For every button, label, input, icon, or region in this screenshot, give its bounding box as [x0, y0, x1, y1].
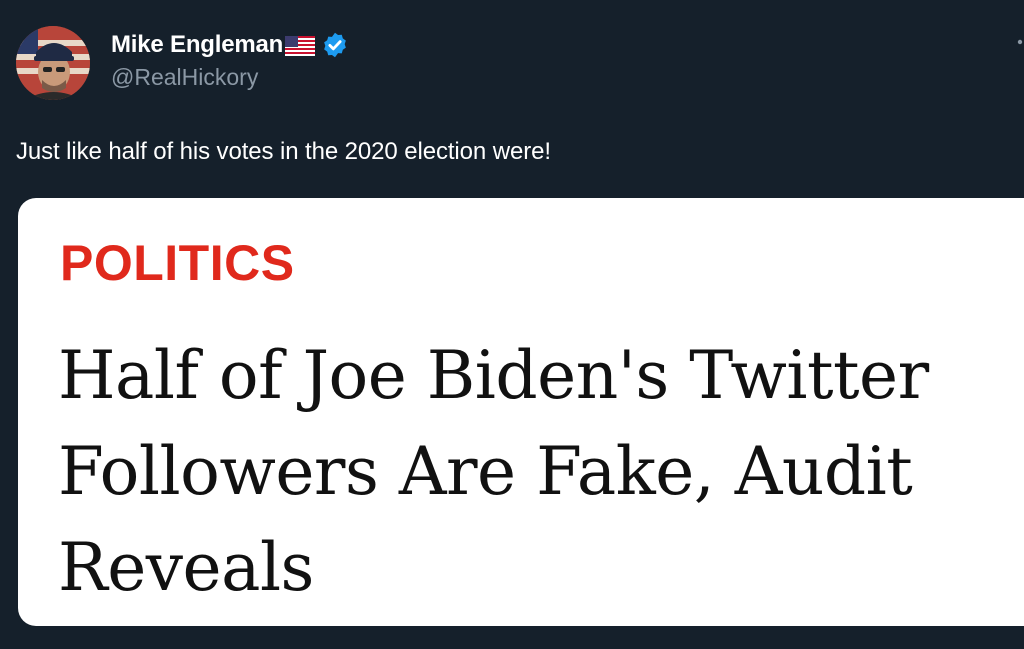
more-options-icon[interactable] — [1016, 36, 1024, 60]
name-row: Mike Engleman — [111, 28, 349, 62]
article-headline: Half of Joe Biden's Twitter Followers Ar… — [58, 337, 929, 606]
verified-badge-icon — [321, 31, 349, 59]
user-handle[interactable]: @RealHickory — [111, 64, 349, 91]
tweet-text: Just like half of his votes in the 2020 … — [16, 138, 551, 165]
author-info: Mike Engleman @RealHickory — [111, 28, 349, 91]
display-name[interactable]: Mike Engleman — [111, 31, 283, 59]
article-category: POLITICS — [60, 235, 295, 291]
tweet: Mike Engleman @RealHickory Just like hal… — [0, 0, 1024, 649]
us-flag-icon — [285, 36, 316, 56]
avatar[interactable] — [16, 26, 90, 100]
link-preview-card[interactable]: POLITICS Half of Joe Biden's Twitter Fol… — [18, 198, 1024, 626]
